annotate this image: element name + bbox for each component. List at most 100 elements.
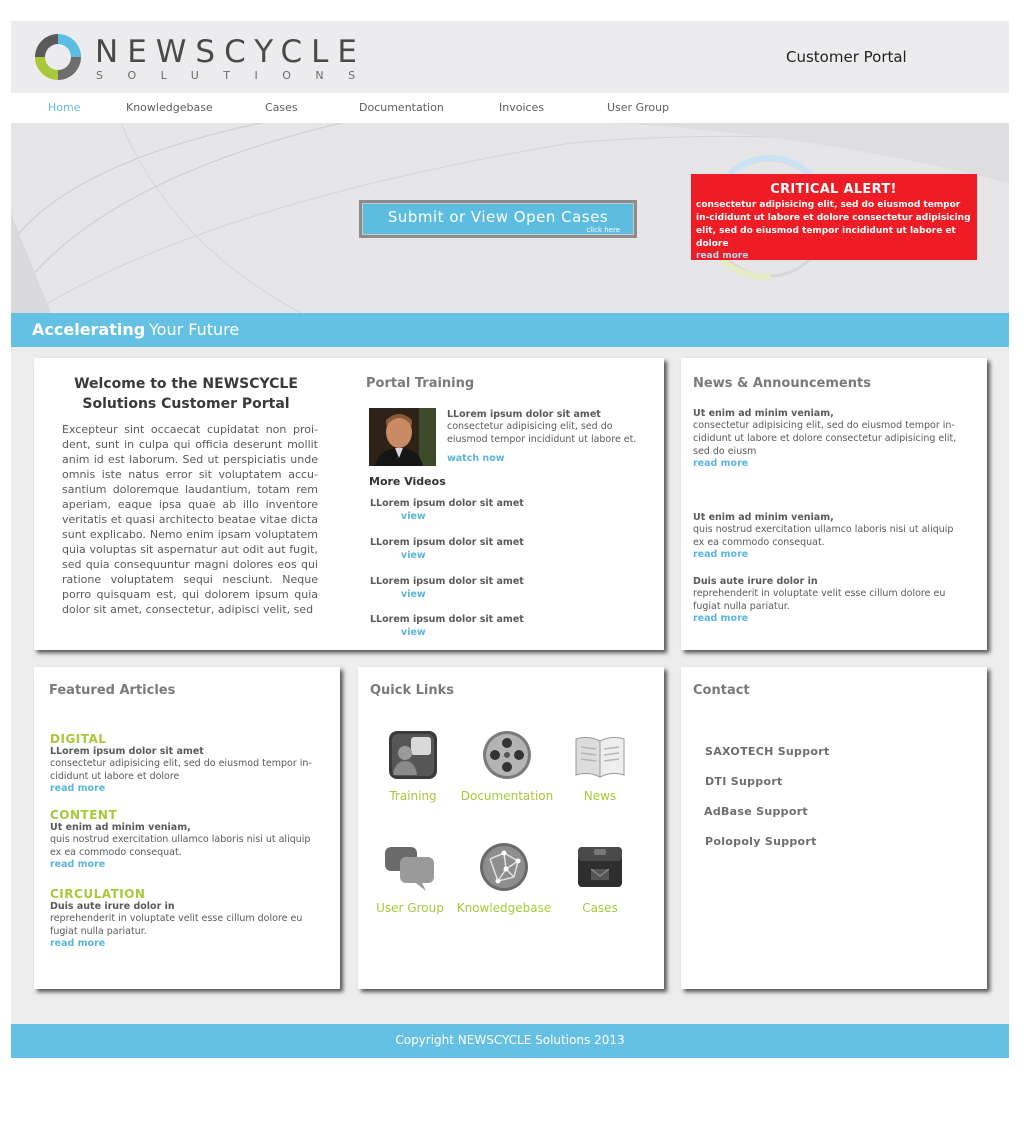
training-video-thumbnail[interactable] [369, 408, 436, 466]
featured-articles-panel: Featured Articles DIGITAL LLorem ipsum d… [34, 667, 340, 989]
video-item: LLorem ipsum dolor sit amet view [370, 569, 570, 600]
contact-heading: Contact [693, 683, 750, 698]
submit-cases-button[interactable]: Submit or View Open Cases click here [359, 200, 637, 238]
featured-category: CIRCULATION [50, 887, 146, 901]
contact-link-adbase[interactable]: AdBase Support [704, 805, 808, 818]
featured-article: DIGITAL LLorem ipsum dolor sit amet cons… [50, 732, 324, 794]
nav-item-invoices[interactable]: Invoices [499, 101, 544, 114]
news-item-title: Duis aute irure dolor in [693, 576, 818, 587]
video-view-link[interactable]: view [370, 627, 570, 638]
header: NEWSCYCLE SOLUTIONS Customer Portal [11, 21, 1009, 93]
contact-link-polopoly[interactable]: Polopoly Support [705, 835, 817, 848]
training-featured-body: consectetur adipisicing elit, sed do eiu… [447, 421, 637, 445]
video-title: LLorem ipsum dolor sit amet [370, 498, 524, 509]
more-videos-heading: More Videos [369, 475, 446, 488]
logo-subtitle: SOLUTIONS [96, 69, 380, 82]
video-title: LLorem ipsum dolor sit amet [370, 537, 524, 548]
training-featured: LLorem ipsum dolor sit amet consectetur … [447, 409, 647, 464]
news-heading: News & Announcements [693, 376, 871, 391]
featured-read-more-link[interactable]: read more [50, 938, 324, 949]
tagline-rest: Your Future [149, 320, 240, 339]
training-featured-title: LLorem ipsum dolor sit amet [447, 409, 601, 420]
quick-link-label: Knowledgebase [456, 901, 552, 915]
news-read-more-link[interactable]: read more [693, 613, 963, 624]
nav-item-home[interactable]: Home [48, 101, 80, 114]
portal-title: Customer Portal [786, 48, 907, 66]
critical-alert-title: CRITICAL ALERT! [770, 182, 897, 197]
video-view-link[interactable]: view [370, 511, 570, 522]
nav-item-knowledgebase[interactable]: Knowledgebase [126, 101, 213, 114]
portal-training-heading: Portal Training [366, 376, 475, 391]
chat-bubbles-icon [385, 847, 434, 891]
quick-link-news[interactable]: News [545, 727, 655, 803]
featured-title: Duis aute irure dolor in [50, 901, 175, 912]
featured-read-more-link[interactable]: read more [50, 783, 324, 794]
contact-link-dti[interactable]: DTI Support [705, 775, 783, 788]
logo-wordmark: NEWSCYCLE [95, 34, 366, 70]
featured-articles-heading: Featured Articles [49, 683, 176, 698]
main-nav: Home Knowledgebase Cases Documentation I… [11, 93, 1009, 123]
news-item-title: Ut enim ad minim veniam, [693, 512, 834, 523]
video-item: LLorem ipsum dolor sit amet view [370, 530, 570, 561]
featured-read-more-link[interactable]: read more [50, 859, 324, 870]
featured-category: DIGITAL [50, 732, 107, 746]
welcome-body: Excepteur sint occaecat cupidatat non pr… [62, 423, 318, 616]
news-item-title: Ut enim ad minim veniam, [693, 408, 834, 419]
welcome-title: Welcome to the NEWSCYCLE Solutions Custo… [74, 376, 298, 412]
news-item: Ut enim ad minim veniam, consectetur adi… [693, 408, 963, 469]
featured-category: CONTENT [50, 808, 118, 822]
featured-title: Ut enim ad minim veniam, [50, 822, 191, 833]
critical-alert-read-more[interactable]: read more [696, 251, 971, 261]
featured-body: consectetur adipisicing elit, sed do eiu… [50, 758, 312, 782]
hero-banner: Submit or View Open Cases click here CRI… [11, 123, 1009, 313]
video-title: LLorem ipsum dolor sit amet [370, 576, 524, 587]
nav-item-documentation[interactable]: Documentation [359, 101, 444, 114]
nav-item-user-group[interactable]: User Group [607, 101, 669, 114]
news-read-more-link[interactable]: read more [693, 549, 963, 560]
featured-body: reprehenderit in voluptate velit esse ci… [50, 913, 303, 937]
featured-article: CIRCULATION Duis aute irure dolor in rep… [50, 887, 324, 949]
tagline-bar: Accelerating Your Future [11, 313, 1009, 347]
featured-title: LLorem ipsum dolor sit amet [50, 746, 204, 757]
quick-link-knowledgebase[interactable]: Knowledgebase [449, 839, 559, 915]
quick-link-label: Cases [582, 901, 618, 915]
video-view-link[interactable]: view [370, 550, 570, 561]
critical-alert-body: consectetur adipisicing elit, sed do eiu… [696, 200, 971, 249]
quick-links-panel: Quick Links Training Documentation News … [358, 667, 664, 989]
submit-cases-button-sub: click here [586, 226, 620, 234]
submit-cases-button-label: Submit or View Open Cases [387, 208, 609, 226]
nav-item-cases[interactable]: Cases [265, 101, 298, 114]
featured-body: quis nostrud exercitation ullamco labori… [50, 834, 311, 858]
book-icon [575, 736, 625, 778]
news-panel: News & Announcements Ut enim ad minim ve… [681, 358, 987, 650]
quick-link-label: News [583, 789, 617, 803]
critical-alert-box: CRITICAL ALERT! consectetur adipisicing … [691, 174, 977, 261]
video-view-link[interactable]: view [370, 589, 570, 600]
video-item: LLorem ipsum dolor sit amet view [370, 491, 570, 522]
case-box-icon [578, 847, 622, 887]
footer-copyright: Copyright NEWSCYCLE Solutions 2013 [395, 1033, 625, 1047]
news-item-body: reprehenderit in voluptate velit esse ci… [693, 588, 946, 612]
welcome-panel: Welcome to the NEWSCYCLE Solutions Custo… [34, 358, 664, 650]
video-item: LLorem ipsum dolor sit amet view [370, 607, 570, 638]
footer: Copyright NEWSCYCLE Solutions 2013 [11, 1024, 1009, 1058]
watch-now-link[interactable]: watch now [447, 453, 647, 464]
globe-network-icon [480, 843, 528, 891]
news-read-more-link[interactable]: read more [693, 458, 963, 469]
contact-link-saxotech[interactable]: SAXOTECH Support [705, 745, 830, 758]
video-title: LLorem ipsum dolor sit amet [370, 614, 524, 625]
quick-links-heading: Quick Links [370, 683, 455, 698]
tagline-bold: Accelerating [32, 320, 146, 339]
logo-icon [35, 34, 81, 80]
film-reel-icon [483, 731, 531, 779]
news-item: Duis aute irure dolor in reprehenderit i… [693, 576, 963, 624]
news-item-body: quis nostrud exercitation ullamco labori… [693, 524, 954, 548]
quick-link-cases[interactable]: Cases [545, 839, 655, 915]
news-item-body: consectetur adipisicing elit, sed do eiu… [693, 420, 957, 457]
training-icon [389, 731, 437, 779]
page-frame: NEWSCYCLE SOLUTIONS Customer Portal Home… [11, 21, 1009, 1058]
featured-article: CONTENT Ut enim ad minim veniam, quis no… [50, 808, 324, 870]
contact-panel: Contact SAXOTECH Support DTI Support AdB… [681, 667, 987, 989]
news-item: Ut enim ad minim veniam, quis nostrud ex… [693, 512, 963, 560]
presenter-photo-icon [369, 408, 436, 466]
